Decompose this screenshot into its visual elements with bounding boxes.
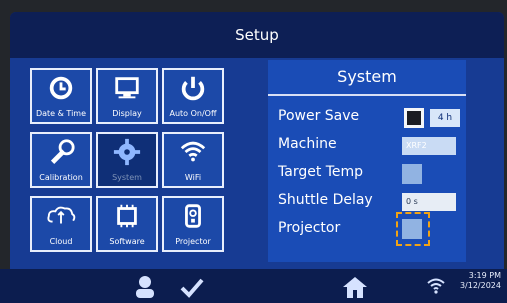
time-text: 3:19 PM (468, 271, 501, 280)
touchscreen: Setup Date & Time Display Auto On/Off Ca… (10, 12, 504, 303)
date-text: 3/12/2024 (459, 281, 501, 290)
tile-calibration[interactable]: Calibration (30, 132, 92, 188)
shuttle-delay-label: Shuttle Delay (278, 192, 373, 208)
projector-icon (185, 204, 201, 228)
tile-display[interactable]: Display (96, 68, 158, 124)
tile-wifi[interactable]: WiFi (162, 132, 224, 188)
page-title: Setup (235, 26, 279, 44)
tile-label: Software (109, 237, 145, 246)
tile-cloud[interactable]: Cloud (30, 196, 92, 252)
panel-title: System (268, 62, 466, 96)
device-frame: Setup Date & Time Display Auto On/Off Ca… (0, 0, 507, 303)
power-save-checkbox[interactable] (404, 108, 424, 128)
monitor-icon (115, 77, 139, 99)
tile-label: WiFi (184, 173, 202, 182)
machine-label: Machine (278, 136, 337, 152)
clock-readout: 3:19 PM 3/12/2024 (421, 271, 501, 291)
machine-value: XRF2 (406, 141, 427, 150)
shuttle-delay-value: 0 s (406, 197, 418, 206)
tile-label: Auto On/Off (169, 109, 217, 118)
tile-label: Projector (175, 237, 211, 246)
tile-date-time[interactable]: Date & Time (30, 68, 92, 124)
power-icon (181, 76, 205, 101)
wrench-icon (50, 139, 75, 164)
cloud-sync-icon (47, 206, 76, 224)
machine-field[interactable]: XRF2 (402, 137, 456, 155)
tile-software[interactable]: Software (96, 196, 158, 252)
wifi-icon (180, 141, 206, 162)
tile-label: Display (112, 109, 142, 118)
user-icon[interactable] (132, 274, 158, 300)
target-temp-label: Target Temp (278, 164, 364, 180)
title-bar: Setup (10, 12, 504, 58)
focus-highlight (396, 212, 430, 246)
tile-label: System (112, 173, 142, 182)
tile-label: Cloud (49, 237, 73, 246)
projector-label: Projector (278, 220, 341, 236)
home-icon[interactable] (340, 274, 370, 300)
check-icon[interactable] (178, 274, 206, 300)
tile-auto-on-off[interactable]: Auto On/Off (162, 68, 224, 124)
tile-system[interactable]: System (96, 132, 158, 188)
gear-icon (113, 138, 141, 166)
shuttle-delay-field[interactable]: 0 s (402, 193, 456, 211)
target-temp-field[interactable] (402, 164, 422, 184)
tile-label: Date & Time (35, 109, 87, 118)
chip-icon (117, 204, 137, 228)
tile-label: Calibration (39, 173, 83, 182)
power-save-value[interactable]: 4 h (430, 109, 460, 127)
tile-projector[interactable]: Projector (162, 196, 224, 252)
clock-icon (49, 76, 73, 100)
power-save-label: Power Save (278, 108, 360, 124)
